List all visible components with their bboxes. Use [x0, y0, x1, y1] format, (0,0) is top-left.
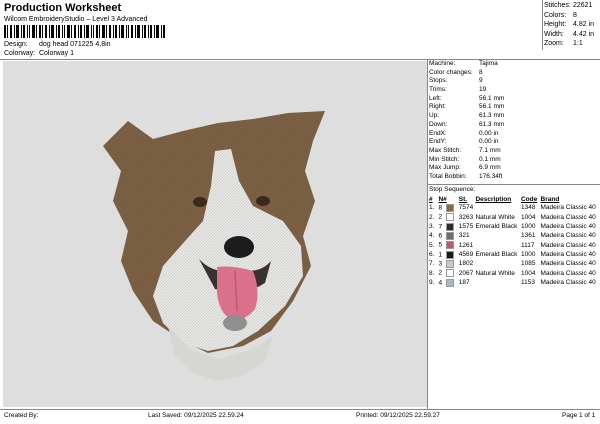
info-stops: Stops: 9 [429, 77, 483, 85]
col-code: Code [520, 196, 538, 203]
table-row: 4. 6 321 1361 Madeira Classic 40 [429, 231, 596, 240]
table-row: 8. 2 2067 Natural White 1004 Madeira Cla… [429, 269, 596, 278]
footer-divider [0, 409, 600, 410]
table-row: 5. 5 1261 1117 Madeira Classic 40 [429, 241, 596, 250]
table-row: 3. 7 1575 Emerald Black 1000 Madeira Cla… [429, 222, 596, 231]
color-swatch [445, 204, 454, 212]
software-subtitle: Wilcom EmbroideryStudio – Level 3 Advanc… [4, 16, 148, 23]
panel-divider [427, 59, 428, 409]
machine-info-panel: Machine: Tajima Color changes: 8 Stops: 9 T… [429, 60, 600, 182]
stats-panel: Stitches: 22621 Colors: 8 Height: 4.82 in W… [544, 1, 600, 49]
info-machine: Machine: Tajima [429, 60, 498, 67]
table-row: 6. 1 4569 Emerald Black 1000 Madeira Cla… [429, 250, 596, 259]
col-stitches: St. [458, 196, 468, 203]
info-color-changes: Color changes: 8 [429, 68, 483, 76]
stop-sequence-table: # N# St. Description Code Brand 1. 8 757… [429, 195, 600, 288]
info-right: Right: 56.1 mm [429, 103, 505, 111]
col-brand: Brand [540, 196, 560, 203]
stat-width: Width: 4.42 in [544, 30, 595, 38]
color-swatch [445, 222, 454, 231]
col-needle: N# [438, 196, 447, 203]
stat-colors: Colors: 8 [544, 11, 577, 19]
created-by: Created By: [4, 412, 39, 419]
design-row: Design: dog head 071225 4,8in [4, 41, 111, 48]
stat-stitches: Stitches: 22621 [544, 2, 593, 9]
table-header-row: # N# St. Description Code Brand [429, 195, 600, 204]
colorway-row: Colorway: Colorway 1 [4, 50, 74, 57]
col-index: # [429, 196, 433, 203]
info-min-stitch: Min Stitch: 0.1 mm [429, 155, 501, 163]
color-swatch [445, 278, 454, 287]
table-row: 1. 8 7574 1348 Madeira Classic 40 [429, 204, 596, 212]
info-down: Down: 61.3 mm [429, 120, 505, 128]
design-label: Design: [4, 41, 28, 48]
info-max-stitch: Max Stitch: 7.1 mm [429, 146, 501, 154]
info-divider [428, 184, 600, 185]
page-number: Page 1 of 1 [562, 412, 596, 419]
col-description: Description [475, 196, 512, 203]
design-value: dog head 071225 4,8in [38, 41, 111, 48]
stats-divider [542, 0, 543, 50]
colorway-value: Colorway 1 [38, 50, 74, 57]
design-preview [3, 61, 427, 407]
printed-date: Printed: 09/12/2025 22.59.27 [356, 412, 440, 419]
worksheet-title: Production Worksheet [4, 2, 122, 14]
table-row: 9. 4 187 1153 Madeira Classic 40 [429, 278, 596, 287]
colorway-label: Colorway: [4, 50, 36, 57]
info-max-jump: Max Jump: 6.9 mm [429, 164, 501, 172]
table-row: 2. 2 3263 Natural White 1004 Madeira Cla… [429, 213, 596, 222]
stat-zoom: Zoom: 1:1 [544, 40, 583, 47]
color-swatch [445, 241, 454, 250]
stop-sequence-title: Stop Sequence: [429, 186, 476, 193]
last-saved: Last Saved: 09/12/2025 22.59.24 [148, 412, 244, 419]
barcode [4, 25, 165, 38]
info-endy: EndY: 0.00 in [429, 138, 499, 146]
table-row: 7. 3 1802 1085 Madeira Classic 40 [429, 259, 596, 268]
color-swatch [445, 269, 454, 278]
color-swatch [445, 213, 454, 222]
stat-height: Height: 4.82 in [544, 21, 595, 28]
info-left: Left: 56.1 mm [429, 94, 505, 102]
info-trims: Trims: 19 [429, 86, 487, 94]
color-swatch [445, 250, 454, 259]
dog-head-embroidery-image [103, 111, 325, 381]
info-total-bobbin: Total Bobbin: 176.34ft [429, 172, 503, 180]
color-swatch [445, 231, 454, 240]
info-endx: EndX: 0.00 in [429, 129, 499, 137]
color-swatch [445, 259, 454, 268]
info-up: Up: 61.3 mm [429, 112, 505, 120]
